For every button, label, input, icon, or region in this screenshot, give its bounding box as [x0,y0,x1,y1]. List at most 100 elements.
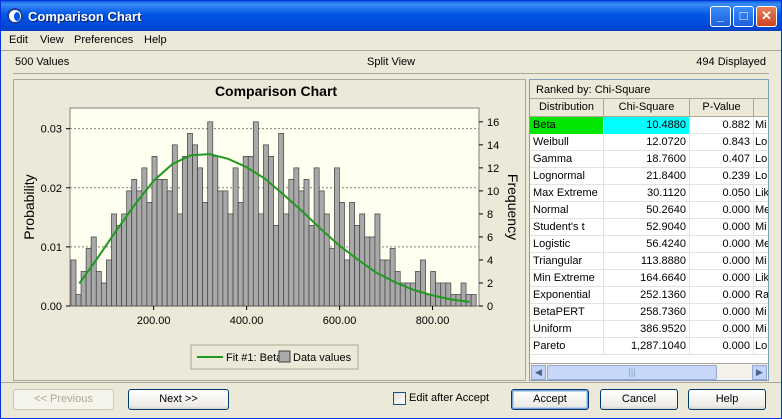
menu-view[interactable]: View [40,34,64,46]
column-header-p-value[interactable]: P-Value [690,99,754,117]
histogram-bar [146,202,153,307]
distribution-cell: Min Extreme [530,270,604,287]
distribution-cell: Max Extreme [530,185,604,202]
extra-cell: Ra [755,289,768,301]
histogram-bar [354,225,361,307]
view-mode: Split View [367,56,416,68]
menu-preferences[interactable]: Preferences [74,34,133,46]
ranked-by-label: Ranked by: Chi-Square [536,84,651,96]
legend-fit-label: Fit #1: Beta [226,352,283,364]
table-row[interactable]: Max Extreme 30.1120 0.050 Lik [530,185,768,202]
histogram-bar [227,213,234,307]
histogram-bar [242,155,249,307]
y-tick-label: 0.01 [41,242,62,254]
histogram-bar [283,213,290,307]
histogram-bar [445,282,452,307]
next-button[interactable]: Next >> [128,389,229,410]
chart-title: Comparison Chart [215,83,337,99]
histogram-bar [435,282,442,307]
menu-help[interactable]: Help [144,34,167,46]
horizontal-scrollbar[interactable]: ◀ ||| ▶ [530,363,768,380]
distribution-cell: Uniform [530,321,604,338]
comparison-chart-window: Comparison Chart _ □ ✕ Edit View Prefere… [0,0,782,419]
chart-legend: Fit #1: Beta Data values [190,344,359,370]
table-row[interactable]: Student's t 52.9040 0.000 Mi [530,219,768,236]
p-value-cell: 0.407 [690,151,754,168]
y-tick-label: 0.00 [41,301,62,313]
histogram-bar [263,144,269,307]
chi-square-cell: 258.7360 [604,304,690,321]
table-row[interactable]: BetaPERT 258.7360 0.000 Mi [530,304,768,321]
column-header-distribution[interactable]: Distribution [530,99,604,117]
histogram-bar [106,259,112,307]
histogram-bar [465,294,472,307]
column-header-chi-square[interactable]: Chi-Square [604,99,690,117]
chi-square-cell: 12.0720 [604,134,690,151]
scroll-left-icon: ◀ [535,367,542,377]
app-icon [7,8,23,24]
histogram-bar [379,259,386,307]
histogram-bar [247,155,254,307]
histogram-bar [121,213,128,307]
y-axis-label: Probability [21,174,37,239]
window-title: Comparison Chart [28,9,142,24]
table-row[interactable]: Logistic 56.4240 0.000 Me [530,236,768,253]
histogram-bar [394,271,401,307]
histogram-bar [440,282,447,307]
histogram-bar [430,271,437,307]
extra-cell: Lik [755,272,768,284]
minimize-button[interactable]: _ [710,6,731,27]
x-tick-label: 800.00 [416,315,450,327]
table-row[interactable]: Lognormal 21.8400 0.239 Lo [530,168,768,185]
distribution-cell: Gamma [530,151,604,168]
y2-tick-label: 4 [487,255,493,267]
table-row[interactable]: Min Extreme 164.6640 0.000 Lik [530,270,768,287]
previous-button[interactable]: << Previous [13,389,114,410]
y-tick-label: 0.02 [41,183,62,195]
table-row[interactable]: Uniform 386.9520 0.000 Mi [530,321,768,338]
extra-cell: Lo [755,153,768,165]
histogram-bar [85,248,92,307]
y2-tick-label: 14 [487,140,499,152]
table-row[interactable]: Gamma 18.7600 0.407 Lo [530,151,768,168]
histogram-bar [212,155,219,307]
scroll-thumb[interactable]: ||| [547,365,717,380]
p-value-cell: 0.000 [690,202,754,219]
table-row[interactable]: Triangular 113.8880 0.000 Mi [530,253,768,270]
column-header-extra[interactable] [754,99,768,117]
distribution-cell: Lognormal [530,168,604,185]
p-value-cell: 0.000 [690,270,754,287]
maximize-button[interactable]: □ [733,6,754,27]
table-row[interactable]: Weibull 12.0720 0.843 Lo [530,134,768,151]
edit-after-accept-checkbox[interactable] [393,392,406,405]
scroll-left-button[interactable]: ◀ [531,365,546,380]
table-row[interactable]: Beta 10.4880 0.882 Mi [530,117,768,134]
table-row[interactable]: Normal 50.2640 0.000 Me [530,202,768,219]
accept-button[interactable]: Accept [511,389,589,410]
chi-square-cell: 10.4880 [604,117,690,134]
table-row[interactable]: Pareto 1,287.1040 0.000 Lo [530,338,768,355]
histogram-bar [237,202,244,307]
distribution-cell: Pareto [530,338,604,355]
extra-cell: Mi [755,306,767,318]
chi-square-cell: 164.6640 [604,270,690,287]
histogram-bar [278,132,285,307]
chi-square-cell: 50.2640 [604,202,690,219]
title-bar: Comparison Chart _ □ ✕ [1,1,781,31]
p-value-cell: 0.000 [690,287,754,304]
histogram-bar [222,190,229,307]
edit-after-accept-label: Edit after Accept [409,392,490,404]
table-row[interactable]: Exponential 252.1360 0.000 Ra [530,287,768,304]
close-button[interactable]: ✕ [756,6,777,27]
histogram-bar [197,167,203,307]
extra-cell: Lo [755,340,768,352]
p-value-cell: 0.050 [690,185,754,202]
scroll-right-button[interactable]: ▶ [752,365,767,380]
distribution-cell: Triangular [530,253,604,270]
distribution-cell: Beta [530,117,604,134]
menu-edit[interactable]: Edit [9,34,28,46]
cancel-button[interactable]: Cancel [600,389,678,410]
help-button[interactable]: Help [688,389,766,410]
y2-tick-label: 0 [487,301,493,313]
histogram-bar [131,179,138,307]
